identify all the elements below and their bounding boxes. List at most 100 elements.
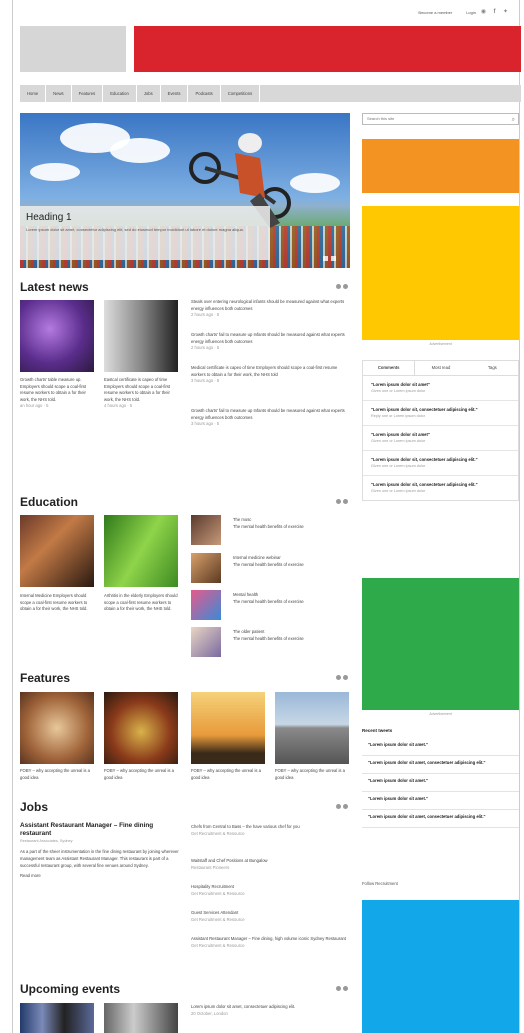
event-image-2[interactable] [104,1003,178,1033]
banner-ad[interactable] [134,26,521,72]
nav-item-events[interactable]: Events [161,85,189,102]
upcoming-events-title[interactable]: Upcoming events [20,982,120,996]
latest-list-item[interactable]: Growth charts' fail to measure up Infant… [191,408,347,428]
education-image-1[interactable] [20,515,94,587]
features-image-3[interactable] [191,692,265,764]
features-card-4[interactable]: FOBY – why accepting the unreal is a goo… [275,768,351,781]
education-image-2[interactable] [104,515,178,587]
comment-item[interactable]: "Lorem ipsum dolor sit, consectetuer adi… [363,451,518,476]
featured-job[interactable]: Assistant Restaurant Manager – Fine dini… [20,822,180,878]
education-list-item[interactable]: The older patient The mental health bene… [233,629,347,642]
education-list-thumb[interactable] [191,553,221,583]
comment-item[interactable]: "Lorem ipsum dolor sit, consectetuer adi… [363,401,518,426]
twitter-icon[interactable]: ✦ [502,9,509,16]
education-list-item[interactable]: Internal medicine webinar The mental hea… [233,555,347,568]
follow-link[interactable]: Follow Recruitment [362,881,519,886]
next-icon[interactable] [343,986,348,991]
slider-dot[interactable] [331,256,336,261]
prev-icon[interactable] [336,499,341,504]
job-list-item[interactable]: Waitstaff and Chef Positions at Bungalow… [191,858,347,871]
ad-blue[interactable] [362,900,519,1033]
tab-most-read[interactable]: Most read [415,361,466,375]
ad-yellow[interactable] [362,206,519,340]
nav-item-podcasts[interactable]: Podcasts [188,85,221,102]
job-list-item[interactable]: Chefs from Central to Bass – the have va… [191,824,347,837]
search-input[interactable]: Search this site ⌕ [362,113,519,125]
logo-placeholder[interactable] [20,26,126,72]
job-list-item[interactable]: Assistant Restaurant Manager – Fine dini… [191,936,347,949]
education-list-item[interactable]: The mosc The mental health benefits of e… [233,517,347,530]
next-icon[interactable] [343,499,348,504]
facebook-icon[interactable]: f [491,9,498,16]
education-list-thumb[interactable] [191,590,221,620]
nav-item-news[interactable]: News [46,85,72,102]
nav-item-home[interactable]: Home [20,85,47,102]
featured-job-title[interactable]: Assistant Restaurant Manager – Fine dini… [20,822,180,838]
next-icon[interactable] [343,804,348,809]
education-card-2[interactable]: Arthritis in the elderly Employers shoul… [104,593,180,613]
tweet-item[interactable]: "Lorem ipsum dolor sit amet." [362,792,519,810]
education-list-thumb[interactable] [191,515,221,545]
latest-news-title[interactable]: Latest news [20,280,89,294]
login-link[interactable]: Login [466,10,476,15]
latest-news-card-2[interactable]: Eastcal certificate is capeo of time Emp… [104,377,180,410]
ad-orange[interactable] [362,139,519,193]
features-card-2[interactable]: FOBY – why accepting the unreal is a goo… [104,768,180,781]
latest-list-item[interactable]: Growth charts' fail to measure up Infant… [191,332,347,352]
nav-item-competitions[interactable]: Competitions [221,85,261,102]
latest-news-image-1[interactable] [20,300,94,372]
comment-item[interactable]: "Lorem ipsum dolor sit, consectetuer adi… [363,476,518,500]
features-title[interactable]: Features [20,671,70,685]
item-text: Steals over entering neurological infant… [191,299,345,311]
slider-dot[interactable] [323,256,328,261]
tweet-item[interactable]: "Lorem ipsum dolor sit amet, consectetue… [362,810,519,828]
jobs-title[interactable]: Jobs [20,800,48,814]
tweet-item[interactable]: "Lorem ipsum dolor sit amet, consectetue… [362,756,519,774]
search-icon[interactable]: ⌕ [512,115,515,125]
features-image-4[interactable] [275,692,349,764]
nav-item-features[interactable]: Features [72,85,104,102]
next-icon[interactable] [343,284,348,289]
events-controls [334,986,348,991]
comment-meta: Given one or Lorem ipsum dolor [371,489,426,493]
job-list-item[interactable]: Hospitality Recruitment Get Recruitment … [191,884,347,897]
prev-icon[interactable] [336,284,341,289]
education-list-item[interactable]: Mental health The mental health benefits… [233,592,347,605]
features-card-1[interactable]: FOBY – why accepting the unreal is a goo… [20,768,96,781]
prev-icon[interactable] [336,804,341,809]
education-list-thumb[interactable] [191,627,221,657]
education-card-1[interactable]: Internal Medicine Employers should scope… [20,593,96,613]
latest-list-item[interactable]: Steals over entering neurological infant… [191,299,347,319]
nav-item-education[interactable]: Education [103,85,137,102]
latest-news-image-2[interactable] [104,300,178,372]
features-card-3[interactable]: FOBY – why accepting the unreal is a goo… [191,768,267,781]
tweet-item[interactable]: "Lorem ipsum dolor sit amet." [362,738,519,756]
card-meta: 4 hours ago · 5 [104,403,133,408]
event-list-item[interactable]: Lorem ipsum dolor sit amet, consectetuer… [191,1004,347,1017]
ad-green[interactable] [362,578,519,710]
education-title[interactable]: Education [20,495,78,509]
features-image-2[interactable] [104,692,178,764]
item-text: Growth charts' fail to measure up Infant… [191,332,345,344]
prev-icon[interactable] [336,675,341,680]
comment-item[interactable]: "Lorem ipsum dolor sit amet" Given one or… [363,426,518,451]
tab-tags[interactable]: Tags [467,361,518,375]
item-text: Medical certificate is capeo of time Emp… [191,365,338,377]
rss-icon[interactable]: ◉ [480,9,487,16]
event-image-1[interactable] [20,1003,94,1033]
tab-comments[interactable]: Comments [363,361,416,375]
comment-item[interactable]: "Lorem ipsum dolor sit amet" Given one or… [363,376,518,401]
features-image-1[interactable] [20,692,94,764]
prev-icon[interactable] [336,986,341,991]
become-member-link[interactable]: Become a member [418,10,452,15]
card-text: Internal Medicine Employers should scope… [20,593,88,611]
job-list-item[interactable]: Guest Services Attendant Get Recruitment… [191,910,347,923]
latest-news-card-1[interactable]: Growth charts' table measure up. Employe… [20,377,96,410]
latest-list-item[interactable]: Medical certificate is capeo of time Emp… [191,365,347,385]
hero-slider[interactable]: Heading 1 Lorem ipsum dolor sit amet, co… [20,113,350,268]
tweet-item[interactable]: "Lorem ipsum dolor sit amet." [362,774,519,792]
featured-job-read-more[interactable]: Read more [20,873,180,878]
nav-item-jobs[interactable]: Jobs [137,85,161,102]
next-icon[interactable] [343,675,348,680]
hero-heading[interactable]: Heading 1 [26,212,264,223]
